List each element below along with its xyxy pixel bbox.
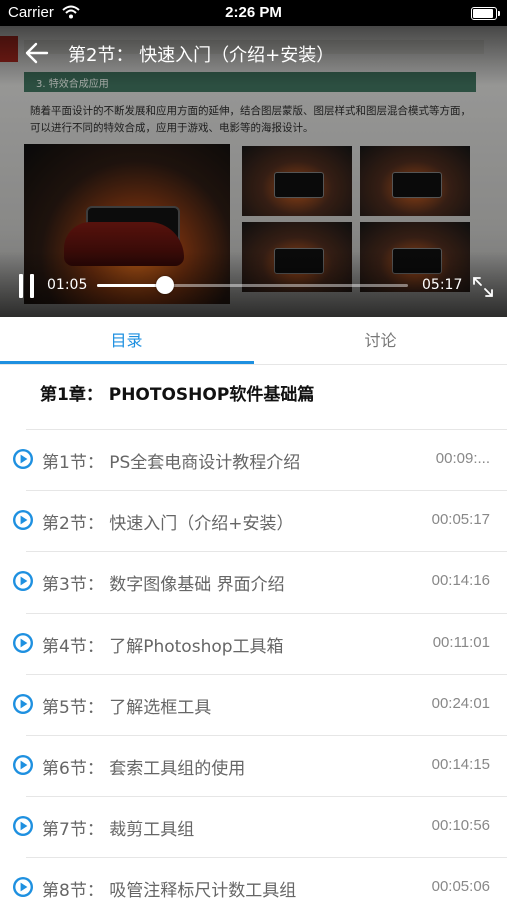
- lesson-title: 第4节： 了解Photoshop工具箱: [42, 636, 284, 657]
- clock: 2:26 PM: [225, 4, 282, 21]
- seek-bar[interactable]: [97, 284, 408, 287]
- chapter-title: 第1章： PHOTOSHOP软件基础篇: [40, 385, 315, 405]
- play-circle-icon[interactable]: [12, 693, 34, 715]
- lesson-duration: 00:14:16: [431, 572, 490, 590]
- row-divider: [26, 735, 507, 736]
- lesson-row[interactable]: 第2节： 快速入门（介绍+安装） 00:05:17: [0, 490, 507, 551]
- lesson-title: 第8节： 吸管注释标尺计数工具组: [42, 881, 297, 902]
- lesson-title: 第6节： 套索工具组的使用: [42, 759, 246, 779]
- lesson-row[interactable]: 第1节： PS全套电商设计教程介绍 00:09:...: [0, 429, 507, 490]
- lesson-duration: 00:14:15: [431, 756, 490, 773]
- row-divider: [26, 551, 507, 553]
- row-divider: [26, 429, 507, 430]
- lesson-duration: 00:11:01: [432, 633, 490, 651]
- lesson-duration: 00:10:56: [431, 817, 490, 835]
- status-bar: Carrier 2:26 PM: [0, 0, 507, 26]
- lesson-title: 第3节： 数字图像基础 界面介绍: [42, 575, 285, 596]
- play-circle-icon[interactable]: [12, 448, 34, 470]
- lesson-duration: 00:09:...: [435, 450, 490, 467]
- row-divider: [26, 490, 507, 492]
- tab-catalog[interactable]: 目录: [0, 317, 253, 364]
- row-divider: [26, 612, 507, 614]
- lesson-row[interactable]: 第4节： 了解Photoshop工具箱 00:11:01: [0, 612, 507, 674]
- video-duration: 05:17: [422, 277, 463, 293]
- play-circle-icon[interactable]: [12, 815, 34, 837]
- play-circle-icon[interactable]: [12, 570, 34, 592]
- pause-icon[interactable]: [16, 274, 38, 298]
- play-circle-icon[interactable]: [12, 876, 34, 898]
- tab-bar: 目录 讨论: [0, 317, 507, 365]
- tab-discussion[interactable]: 讨论: [254, 317, 507, 364]
- lesson-title: 第1节： PS全套电商设计教程介绍: [42, 453, 301, 473]
- play-circle-icon[interactable]: [12, 632, 34, 654]
- lesson-title: 第2节： 快速入门（介绍+安装）: [42, 514, 294, 535]
- play-circle-icon[interactable]: [12, 509, 34, 531]
- fullscreen-icon[interactable]: [472, 276, 494, 298]
- lesson-title: 第5节： 了解选框工具: [42, 697, 212, 718]
- seek-bar-fill: [97, 284, 166, 287]
- lesson-row[interactable]: 第3节： 数字图像基础 界面介绍 00:14:16: [0, 551, 507, 612]
- row-divider: [26, 796, 507, 798]
- play-circle-icon[interactable]: [12, 754, 34, 776]
- lesson-row[interactable]: 第5节： 了解选框工具 00:24:01: [0, 673, 507, 735]
- lesson-duration: 00:24:01: [431, 694, 490, 712]
- lesson-row[interactable]: 第6节： 套索工具组的使用 00:14:15: [0, 735, 507, 796]
- lesson-title: 第7节： 裁剪工具组: [42, 820, 195, 841]
- row-divider: [26, 673, 507, 675]
- lesson-duration: 00:05:06: [431, 878, 490, 896]
- lesson-duration: 00:05:17: [431, 511, 490, 529]
- video-player[interactable]: 3. 特效合成应用 随着平面设计的不断发展和应用方面的延伸，结合图层蒙版、图层样…: [0, 26, 507, 317]
- battery-icon: [471, 7, 500, 20]
- video-title: 第2节： 快速入门（介绍+安装）: [68, 45, 335, 66]
- row-divider: [26, 857, 507, 859]
- lesson-row[interactable]: 第8节： 吸管注释标尺计数工具组 00:05:06: [0, 857, 507, 918]
- back-arrow-icon[interactable]: [24, 40, 50, 66]
- lesson-row[interactable]: 第7节： 裁剪工具组 00:10:56: [0, 796, 507, 857]
- current-time: 01:05: [47, 277, 88, 293]
- active-tab-indicator: [0, 361, 254, 364]
